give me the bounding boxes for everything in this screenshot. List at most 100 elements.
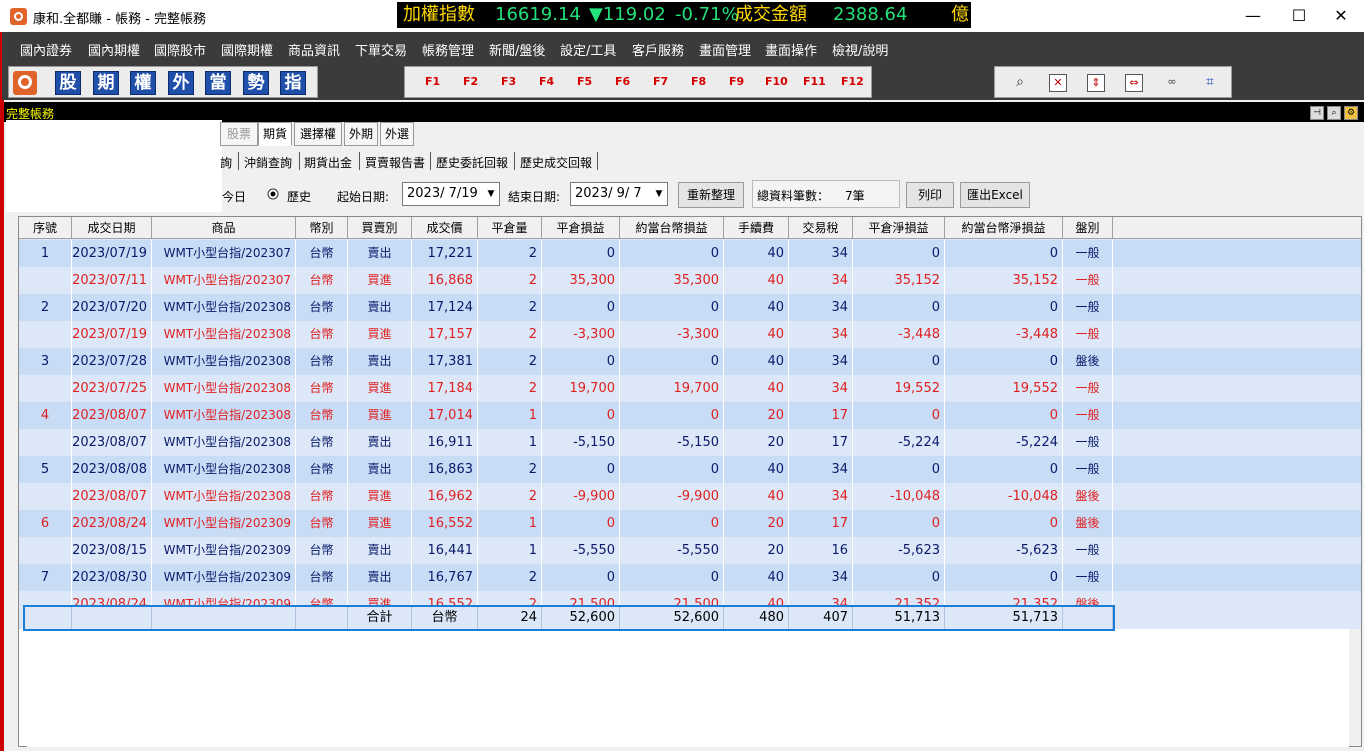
export-excel-button[interactable]: 匯出Excel xyxy=(960,182,1030,208)
column-header[interactable]: 幣別 xyxy=(296,217,348,239)
table-row[interactable]: 7 2023/08/30 WMT小型台指/202309 台幣 賣出 16,767 2 0 0 40… xyxy=(19,564,1361,591)
print-button[interactable]: 列印 xyxy=(906,182,954,208)
f12-button[interactable]: F12 xyxy=(841,75,864,88)
vertical-scrollbar[interactable] xyxy=(1349,629,1361,746)
search-icon[interactable]: ⌕ xyxy=(1011,74,1029,92)
quick-daytrade-button[interactable]: 當 xyxy=(205,71,231,95)
menu-item[interactable]: 設定/工具 xyxy=(560,40,616,59)
menu-item[interactable]: 國際股市 xyxy=(154,40,206,59)
tab-stocks[interactable]: 股票 xyxy=(220,122,258,146)
quick-futures-button[interactable]: 期 xyxy=(93,71,119,95)
table-row[interactable]: 5 2023/08/08 WMT小型台指/202308 台幣 賣出 16,863 2 0 0 40… xyxy=(19,456,1361,483)
table-row[interactable]: 6 2023/08/24 WMT小型台指/202309 台幣 買進 16,552 1 0 0 20… xyxy=(19,510,1361,537)
subtab-trade-report[interactable]: 買賣報告書 xyxy=(365,154,425,171)
split-vertical-icon[interactable]: ⇔ xyxy=(1125,74,1143,92)
table-row[interactable]: 2023/08/07 WMT小型台指/202308 台幣 買進 16,962 2 -9,90… xyxy=(19,483,1361,510)
f3-button[interactable]: F3 xyxy=(501,75,516,88)
minimize-button[interactable]: — xyxy=(1230,0,1276,32)
menu-item[interactable]: 客戶服務 xyxy=(632,40,684,59)
f2-button[interactable]: F2 xyxy=(463,75,478,88)
column-header[interactable]: 約當台幣淨損益 xyxy=(945,217,1063,239)
record-count-box: 總資料筆數： 7筆 xyxy=(752,180,900,208)
column-header[interactable]: 盤別 xyxy=(1063,217,1113,239)
f10-button[interactable]: F10 xyxy=(765,75,788,88)
column-header[interactable]: 成交價 xyxy=(412,217,478,239)
close-box-icon[interactable]: ✕ xyxy=(1049,74,1067,92)
total-tax: 407 xyxy=(789,607,853,629)
f8-button[interactable]: F8 xyxy=(691,75,706,88)
pin-icon[interactable]: ⊣ xyxy=(1310,106,1324,120)
menu-item[interactable]: 畫面操作 xyxy=(765,40,817,59)
f4-button[interactable]: F4 xyxy=(539,75,554,88)
menu-item[interactable]: 檢視/說明 xyxy=(832,40,888,59)
subtab-order-history[interactable]: 歷史委託回報 xyxy=(436,154,508,171)
menu-item[interactable]: 國內期權 xyxy=(88,40,140,59)
chevron-down-icon[interactable]: ▼ xyxy=(651,183,667,205)
menu-item[interactable]: 國際期權 xyxy=(221,40,273,59)
table-row[interactable]: 2023/07/25 WMT小型台指/202308 台幣 買進 17,184 2 19,70… xyxy=(19,375,1361,402)
subtab-query[interactable]: 詢 xyxy=(220,154,232,171)
table-row[interactable]: 2023/08/15 WMT小型台指/202309 台幣 賣出 16,441 1 -5,55… xyxy=(19,537,1361,564)
tab-foreign-futures[interactable]: 外期 xyxy=(344,122,378,146)
subtab-futures-withdraw[interactable]: 期貨出金 xyxy=(304,154,352,171)
f9-button[interactable]: F9 xyxy=(729,75,744,88)
start-date-picker[interactable]: 2023/ 7/19 ▼ xyxy=(402,182,500,206)
tab-foreign-options[interactable]: 外選 xyxy=(380,122,414,146)
column-header[interactable]: 手續費 xyxy=(724,217,789,239)
history-radio-label[interactable]: 歷史 xyxy=(287,188,311,205)
quick-foreign-button[interactable]: 外 xyxy=(168,71,194,95)
menu-item[interactable]: 商品資訊 xyxy=(288,40,340,59)
history-radio[interactable] xyxy=(267,188,279,200)
menu-item[interactable]: 畫面管理 xyxy=(699,40,751,59)
column-header[interactable]: 序號 xyxy=(19,217,72,239)
zoom-icon[interactable]: ⌕ xyxy=(1327,106,1341,120)
table-row[interactable]: 2023/07/11 WMT小型台指/202307 台幣 買進 16,868 2 35,30… xyxy=(19,267,1361,294)
quick-index-button[interactable]: 指 xyxy=(280,71,306,95)
crop-icon[interactable]: ⌗ xyxy=(1201,74,1219,92)
f7-button[interactable]: F7 xyxy=(653,75,668,88)
column-header[interactable]: 平倉量 xyxy=(478,217,542,239)
subtab-fill-history[interactable]: 歷史成交回報 xyxy=(520,154,592,171)
menu-item[interactable]: 新聞/盤後 xyxy=(489,40,545,59)
table-row[interactable]: 2023/07/19 WMT小型台指/202308 台幣 買進 17,157 2 -3,30… xyxy=(19,321,1361,348)
end-date-picker[interactable]: 2023/ 9/ 7 ▼ xyxy=(570,182,668,206)
table-row[interactable]: 1 2023/07/19 WMT小型台指/202307 台幣 賣出 17,221 2 0 0 40… xyxy=(19,240,1361,267)
menu-item[interactable]: 帳務管理 xyxy=(422,40,474,59)
column-header[interactable]: 平倉淨損益 xyxy=(853,217,945,239)
column-header[interactable]: 成交日期 xyxy=(72,217,152,239)
split-horizontal-icon[interactable]: ⇕ xyxy=(1087,74,1105,92)
column-header[interactable]: 買賣別 xyxy=(348,217,412,239)
f5-button[interactable]: F5 xyxy=(577,75,592,88)
column-header[interactable]: 平倉損益 xyxy=(542,217,620,239)
table-row[interactable]: 2 2023/07/20 WMT小型台指/202308 台幣 賣出 17,124 2 0 0 40… xyxy=(19,294,1361,321)
refresh-button[interactable]: 重新整理 xyxy=(678,182,744,208)
today-radio-label[interactable]: 今日 xyxy=(222,188,246,205)
quick-trend-button[interactable]: 勢 xyxy=(243,71,269,95)
table-row[interactable]: 4 2023/08/07 WMT小型台指/202308 台幣 買進 17,014 1 0 0 20… xyxy=(19,402,1361,429)
tab-options[interactable]: 選擇權 xyxy=(294,122,342,146)
cell-net: 0 xyxy=(853,510,945,537)
column-header[interactable]: 交易稅 xyxy=(789,217,853,239)
toolbar: 股 期 權 外 當 勢 指 F1 F2 F3 F4 F5 F6 F7 F8 F9… xyxy=(0,64,1364,100)
f11-button[interactable]: F11 xyxy=(803,75,826,88)
subtab-divider xyxy=(430,152,431,170)
column-header[interactable]: 商品 xyxy=(152,217,296,239)
menu-item[interactable]: 國內證券 xyxy=(20,40,72,59)
menu-item[interactable]: 下單交易 xyxy=(355,40,407,59)
table-row[interactable]: 3 2023/07/28 WMT小型台指/202308 台幣 賣出 17,381 2 0 0 40… xyxy=(19,348,1361,375)
quick-stock-button[interactable]: 股 xyxy=(55,71,81,95)
maximize-button[interactable]: ☐ xyxy=(1276,0,1322,32)
cell-price: 17,381 xyxy=(412,348,478,375)
chevron-down-icon[interactable]: ▼ xyxy=(483,183,499,205)
company-logo-icon[interactable] xyxy=(13,71,37,95)
f6-button[interactable]: F6 xyxy=(615,75,630,88)
table-row[interactable]: 2023/08/07 WMT小型台指/202308 台幣 賣出 16,911 1 -5,15… xyxy=(19,429,1361,456)
f1-button[interactable]: F1 xyxy=(425,75,440,88)
close-button[interactable]: ✕ xyxy=(1318,0,1364,32)
link-icon[interactable]: ∞ xyxy=(1163,74,1181,92)
subtab-offset-query[interactable]: 沖銷查詢 xyxy=(244,154,292,171)
settings-icon[interactable]: ⚙ xyxy=(1344,106,1358,120)
tab-futures[interactable]: 期貨 xyxy=(258,122,292,146)
column-header[interactable]: 約當台幣損益 xyxy=(620,217,724,239)
quick-options-button[interactable]: 權 xyxy=(130,71,156,95)
